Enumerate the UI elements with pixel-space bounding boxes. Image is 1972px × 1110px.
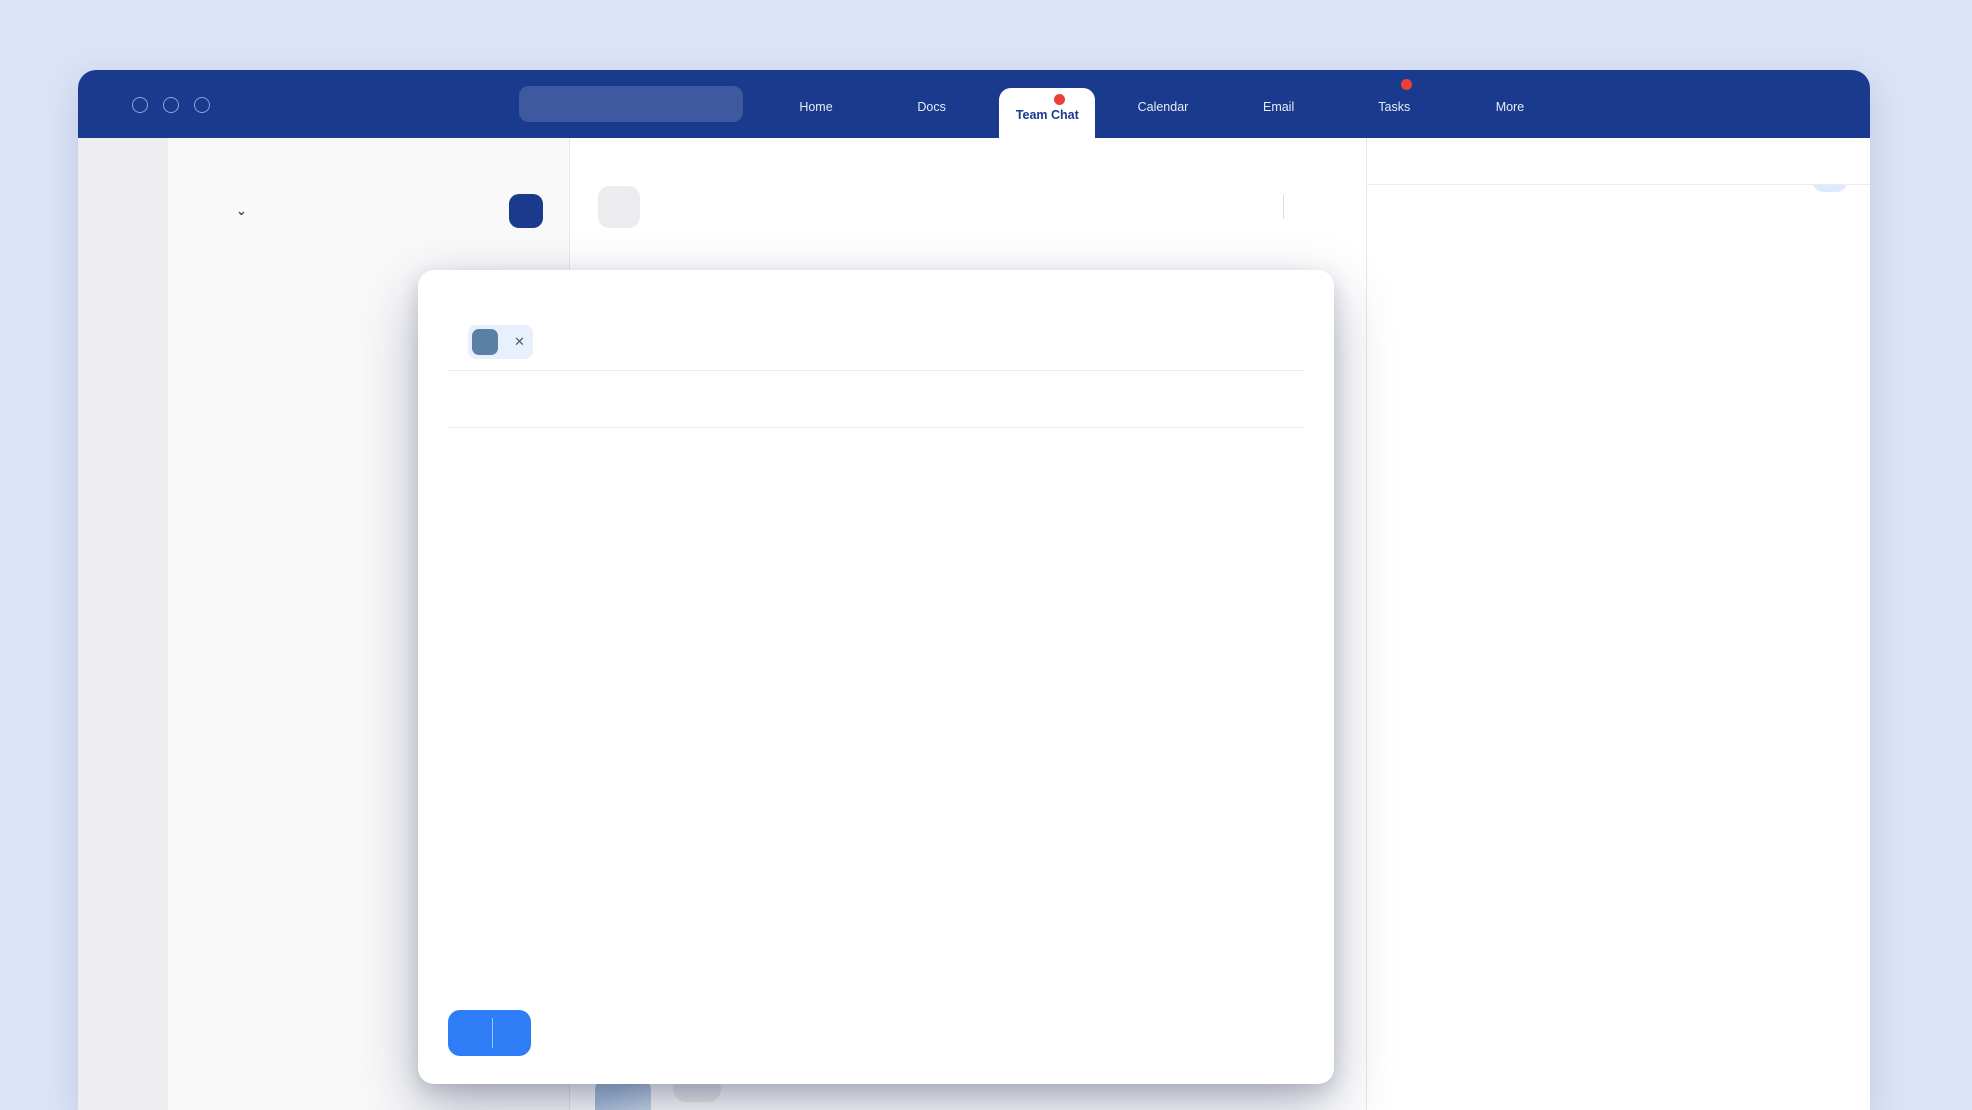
- to-field[interactable]: ✕: [448, 322, 1304, 362]
- nav-tasks[interactable]: Tasks: [1346, 70, 1442, 138]
- nav-docs[interactable]: Docs: [884, 70, 980, 138]
- chat-list: [168, 234, 569, 244]
- window-minimize-button[interactable]: [163, 97, 179, 113]
- recipient-chip[interactable]: ✕: [468, 325, 533, 359]
- nav-home[interactable]: Home: [768, 70, 864, 138]
- window-zoom-button[interactable]: [194, 97, 210, 113]
- chat-list-header: ⌄: [168, 138, 569, 234]
- divider: [1283, 195, 1284, 219]
- discard-button[interactable]: [1266, 1014, 1304, 1052]
- user-prompt-bubble: [1812, 184, 1848, 192]
- main-nav: Home Docs Team Chat Calendar Email Tasks More: [768, 70, 1558, 138]
- search-input[interactable]: [519, 86, 743, 122]
- send-button[interactable]: [448, 1010, 492, 1056]
- titlebar: Home Docs Team Chat Calendar Email Tasks More: [78, 70, 1870, 138]
- nav-calendar[interactable]: Calendar: [1115, 70, 1211, 138]
- ai-panel-header: [1367, 138, 1870, 185]
- send-split-button: [448, 1010, 531, 1056]
- nav-more[interactable]: More: [1462, 70, 1558, 138]
- channel-icon: [598, 186, 640, 228]
- channel-tabs: [570, 230, 1366, 252]
- notification-badge: [1401, 79, 1412, 90]
- nav-team-chat[interactable]: Team Chat: [999, 88, 1095, 138]
- notification-badge: [1054, 94, 1065, 105]
- ai-conversation: [1367, 184, 1870, 1110]
- left-rail: [78, 138, 168, 1110]
- new-email-modal: ✕: [418, 270, 1334, 1084]
- ai-response: [1387, 206, 1848, 230]
- send-options-button[interactable]: [493, 1010, 531, 1056]
- chat-list-title-dropdown[interactable]: ⌄: [228, 203, 247, 219]
- composer-toolbar: [418, 1010, 1334, 1084]
- chevron-down-icon: ⌄: [236, 203, 247, 219]
- email-body[interactable]: [418, 428, 1168, 1010]
- remove-recipient-button[interactable]: ✕: [514, 334, 525, 350]
- subject-field[interactable]: [418, 371, 1334, 419]
- recipient-avatar: [472, 329, 498, 355]
- channel-header: [570, 138, 1366, 230]
- ai-companion-panel: [1366, 138, 1870, 1110]
- new-chat-button[interactable]: [509, 194, 543, 228]
- window-controls[interactable]: [132, 97, 210, 113]
- window-close-button[interactable]: [132, 97, 148, 113]
- app-window: HomeDocsTeam ChatCalendarEmailTasksMore …: [78, 70, 1870, 1110]
- nav-email[interactable]: Email: [1231, 70, 1327, 138]
